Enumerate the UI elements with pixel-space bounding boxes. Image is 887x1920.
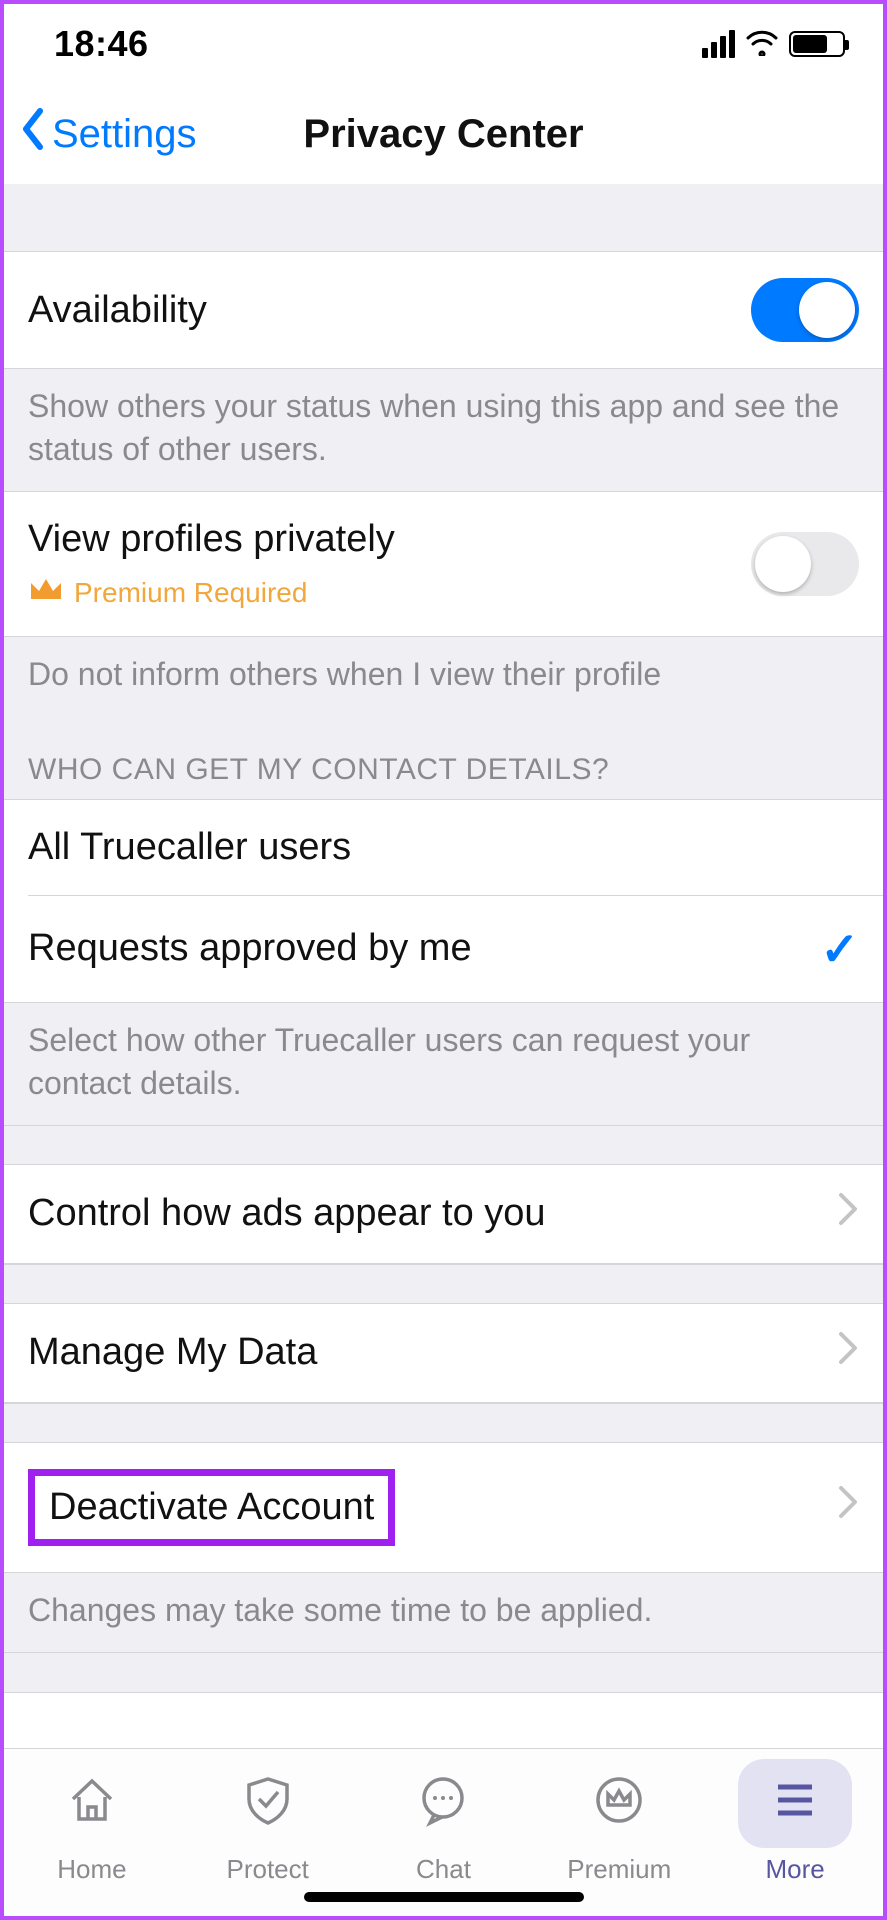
contact-option-all-users[interactable]: All Truecaller users [4, 799, 883, 895]
section-spacer [4, 1403, 883, 1443]
ads-control-label: Control how ads appear to you [28, 1192, 546, 1235]
deactivate-footer: Changes may take some time to be applied… [4, 1573, 883, 1652]
deactivate-account-row[interactable]: Deactivate Account [4, 1443, 883, 1573]
section-spacer [4, 184, 883, 252]
premium-required-text: Premium Required [74, 577, 307, 609]
availability-toggle[interactable] [751, 278, 859, 342]
menu-icon [768, 1803, 822, 1833]
cellular-icon [702, 30, 735, 58]
deactivate-highlight: Deactivate Account [28, 1469, 395, 1546]
manage-data-label: Manage My Data [28, 1331, 317, 1374]
tab-more[interactable]: More [707, 1759, 883, 1916]
settings-scroll-area: Availability Show others your status whe… [4, 184, 883, 1892]
deactivate-label: Deactivate Account [49, 1486, 374, 1528]
section-spacer [4, 1125, 883, 1165]
view-privately-label: View profiles privately [28, 518, 395, 561]
tab-label: Home [57, 1854, 126, 1885]
premium-required-badge: Premium Required [28, 575, 395, 610]
chevron-right-icon [837, 1330, 859, 1376]
status-time: 18:46 [54, 23, 149, 65]
home-icon [65, 1803, 119, 1833]
tab-home[interactable]: Home [4, 1759, 180, 1916]
view-privately-toggle[interactable] [751, 532, 859, 596]
premium-icon [592, 1803, 646, 1833]
section-spacer [4, 1264, 883, 1304]
shield-icon [241, 1803, 295, 1833]
status-bar: 18:46 [4, 4, 883, 84]
home-indicator[interactable] [304, 1892, 584, 1902]
view-privately-row[interactable]: View profiles privately Premium Required [4, 491, 883, 637]
status-indicators [702, 28, 845, 61]
back-button[interactable]: Settings [4, 107, 197, 161]
contact-option-label: All Truecaller users [28, 826, 351, 869]
availability-footer: Show others your status when using this … [4, 369, 883, 491]
tab-label: Protect [227, 1854, 309, 1885]
battery-icon [789, 31, 845, 57]
back-label: Settings [52, 112, 197, 157]
contact-details-header: WHO CAN GET MY CONTACT DETAILS? [4, 717, 883, 799]
contact-option-label: Requests approved by me [28, 927, 472, 970]
contact-details-footer: Select how other Truecaller users can re… [4, 1003, 883, 1125]
tab-label: Premium [567, 1854, 671, 1885]
tab-bar: Home Protect Chat Premium More [4, 1748, 883, 1916]
ads-control-row[interactable]: Control how ads appear to you [4, 1165, 883, 1264]
section-spacer [4, 1652, 883, 1692]
manage-data-row[interactable]: Manage My Data [4, 1304, 883, 1403]
checkmark-icon: ✓ [820, 922, 859, 976]
availability-label: Availability [28, 289, 207, 332]
wifi-icon [745, 28, 779, 61]
tab-label: More [765, 1854, 824, 1885]
view-privately-footer: Do not inform others when I view their p… [4, 637, 883, 716]
availability-row[interactable]: Availability [4, 252, 883, 369]
crown-icon [28, 575, 64, 610]
chevron-right-icon [837, 1191, 859, 1237]
chevron-right-icon [837, 1484, 859, 1530]
chat-icon [416, 1803, 470, 1833]
tab-label: Chat [416, 1854, 471, 1885]
chevron-left-icon [18, 107, 48, 161]
contact-option-approved[interactable]: Requests approved by me ✓ [4, 896, 883, 1003]
navigation-bar: Settings Privacy Center [4, 84, 883, 184]
